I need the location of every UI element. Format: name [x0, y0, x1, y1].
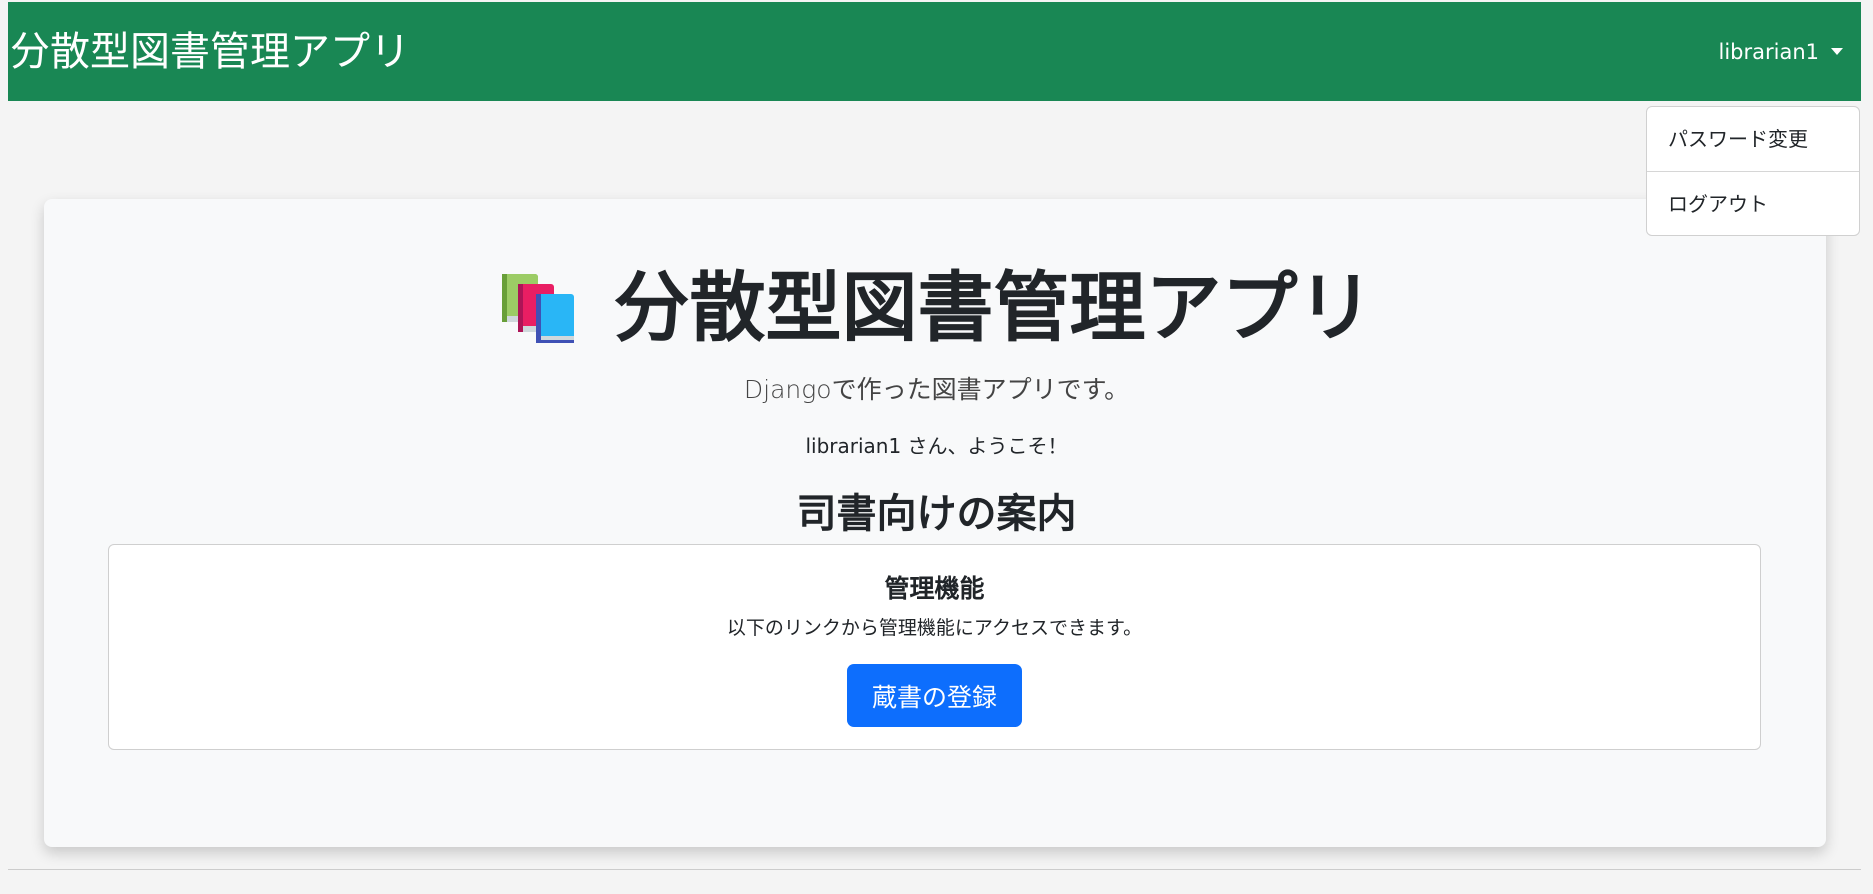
page: 分散型図書管理アプリ librarian1 パスワード変更 ログアウト 分散型図…: [0, 0, 1873, 894]
register-book-button[interactable]: 蔵書の登録: [847, 664, 1022, 727]
navbar: 分散型図書管理アプリ librarian1: [8, 2, 1861, 101]
logout-menu-item[interactable]: ログアウト: [1647, 172, 1859, 236]
books-icon: [501, 274, 574, 343]
admin-panel-description: 以下のリンクから管理機能にアクセスできます。: [726, 617, 1143, 639]
navbar-brand[interactable]: 分散型図書管理アプリ: [8, 32, 410, 72]
hero-title-row: 分散型図書管理アプリ: [0, 270, 1873, 346]
section-heading: 司書向けの案内: [796, 491, 1077, 537]
admin-panel: 管理機能 以下のリンクから管理機能にアクセスできます。 蔵書の登録: [108, 544, 1761, 750]
caret-down-icon: [1831, 48, 1843, 55]
user-dropdown-menu: パスワード変更 ログアウト: [1646, 106, 1860, 236]
hero-title: 分散型図書管理アプリ: [613, 263, 1374, 352]
welcome-message: librarian1 さん、ようこそ！: [805, 434, 1068, 458]
hero-subtitle: Djangoで作った図書アプリです。: [743, 375, 1130, 404]
change-password-menu-item[interactable]: パスワード変更: [1647, 107, 1859, 171]
footer-divider: [8, 869, 1861, 870]
admin-panel-title: 管理機能: [884, 574, 985, 603]
username-label: librarian1: [1718, 39, 1819, 64]
user-menu-toggle[interactable]: librarian1: [1718, 40, 1861, 64]
